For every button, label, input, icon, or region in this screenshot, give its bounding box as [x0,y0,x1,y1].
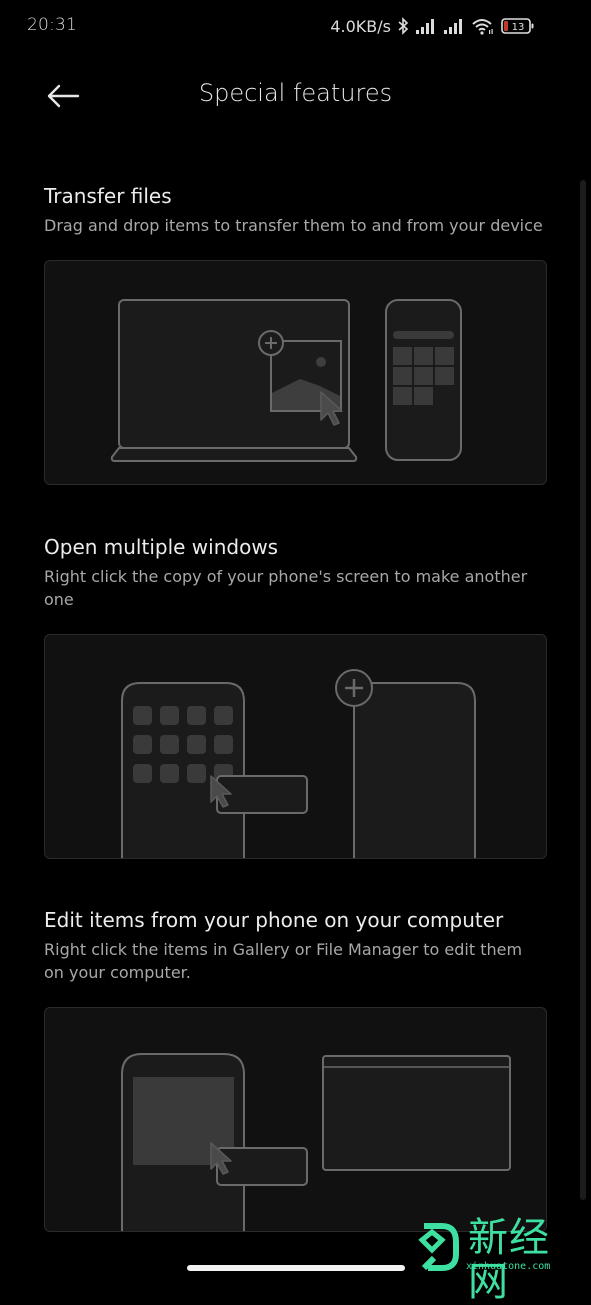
app-bar: Special features [0,60,591,132]
laptop-base [110,447,358,462]
page-title: Special features [198,79,393,107]
illustration-open-multiple-windows [44,634,547,859]
section-transfer-files: Transfer files Drag and drop items to tr… [44,183,547,237]
section-title: Transfer files [44,184,172,208]
section-title: Edit items from your phone on your compu… [44,908,504,932]
section-open-multiple-windows: Open multiple windows Right click the co… [44,534,547,611]
signal-icon [416,19,434,34]
computer-window [322,1055,511,1171]
status-time: 20:31 [27,15,77,35]
section-description: Drag and drop items to transfer them to … [44,216,543,235]
image-sun [316,357,326,367]
wifi-icon [472,19,493,35]
illustration-edit-items [44,1007,547,1232]
battery-icon: 13 [501,18,534,34]
bluetooth-icon [398,17,409,35]
context-menu [216,1147,308,1186]
section-title: Open multiple windows [44,535,279,559]
section-description: Right click the copy of your phone's scr… [44,567,528,609]
illustration-transfer-files [44,260,547,485]
phone-bar [393,331,454,339]
battery-level: 13 [512,22,525,33]
phone-copy-outline [353,682,476,858]
section-edit-items: Edit items from your phone on your compu… [44,907,547,984]
watermark-url: xinhuatone.com [466,1261,551,1272]
home-indicator[interactable] [187,1265,405,1271]
watermark-logo-icon [418,1223,459,1271]
status-icons: 4.0KB/s 13 [330,15,535,37]
status-bar: 20:31 4.0KB/s 13 [0,0,591,52]
scrollbar[interactable] [580,180,586,1200]
network-speed: 4.0KB/s [330,16,391,36]
signal-icon [444,19,462,34]
watermark: 新经网 xinhuatone.com [418,1216,586,1304]
section-description: Right click the items in Gallery or File… [44,940,523,982]
watermark-text: 新经网 [468,1215,550,1305]
